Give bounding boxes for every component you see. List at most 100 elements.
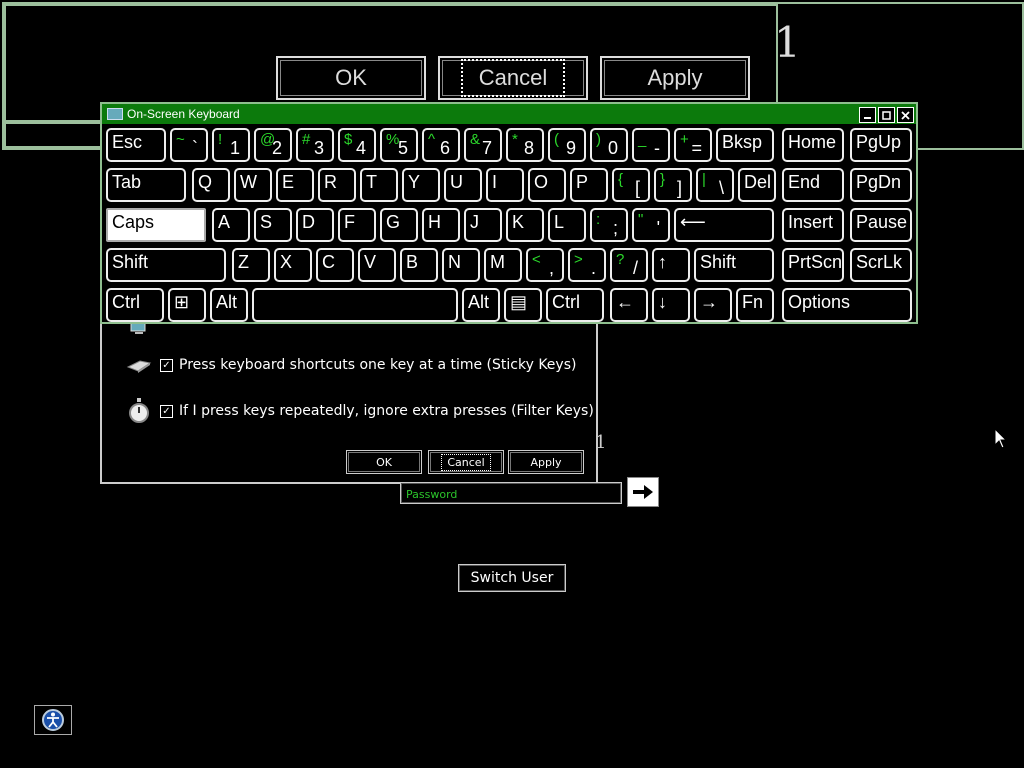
key-pgup[interactable]: PgUp [850,128,912,162]
key-scrlk-label: ScrLk [856,252,903,272]
key-x[interactable]: X [274,248,312,282]
key-lctrl[interactable]: Ctrl [106,288,164,322]
sticky-keys-option[interactable]: ✓ Press keyboard shortcuts one key at a … [126,354,576,376]
key-0[interactable]: ) 0 [590,128,628,162]
key-8[interactable]: * 8 [506,128,544,162]
key-esc[interactable]: Esc [106,128,166,162]
magnified-ok-button[interactable]: OK [276,56,426,100]
key-up[interactable]: ↑ [652,248,690,282]
magnified-cancel-button[interactable]: Cancel [438,56,588,100]
key-prtscn[interactable]: PrtScn [782,248,844,282]
key-c[interactable]: C [316,248,354,282]
key-g[interactable]: G [380,208,418,242]
key-minus[interactable]: _ - [632,128,670,162]
key-tab[interactable]: Tab [106,168,186,202]
key-space[interactable] [252,288,458,322]
key-h[interactable]: H [422,208,460,242]
key-caps[interactable]: Caps [106,208,206,242]
key-backslash[interactable]: | \ [696,168,734,202]
key-q[interactable]: Q [192,168,230,202]
key-5[interactable]: % 5 [380,128,418,162]
key-y[interactable]: Y [402,168,440,202]
key-3[interactable]: #3 [296,128,334,162]
close-button[interactable] [897,107,914,123]
key-v[interactable]: V [358,248,396,282]
switch-user-button[interactable]: Switch User [458,564,566,592]
key-o[interactable]: O [528,168,566,202]
key-t[interactable]: T [360,168,398,202]
minimize-button[interactable] [859,107,876,123]
key-pgdn[interactable]: PgDn [850,168,912,202]
key-r[interactable]: R [318,168,356,202]
key-left[interactable]: ← [610,288,648,322]
key-scrlk[interactable]: ScrLk [850,248,912,282]
magnified-apply-button[interactable]: Apply [600,56,750,100]
key-fn[interactable]: Fn [736,288,774,322]
key-semicolon[interactable]: :; [590,208,628,242]
key-2[interactable]: @2 [254,128,292,162]
key-f[interactable]: F [338,208,376,242]
key-z[interactable]: Z [232,248,270,282]
password-input[interactable] [401,484,621,505]
key-n[interactable]: N [442,248,480,282]
key-m[interactable]: M [484,248,522,282]
key-1[interactable]: ! 1 [212,128,250,162]
key-right[interactable]: → [694,288,732,322]
key-period[interactable]: >. [568,248,606,282]
key-w[interactable]: W [234,168,272,202]
key-home[interactable]: Home [782,128,844,162]
key-7-base-label: 7 [481,138,492,158]
key-lalt[interactable]: Alt [210,288,248,322]
key-menu[interactable]: ▤ [504,288,542,322]
key-comma[interactable]: <, [526,248,564,282]
osk-title-bar[interactable]: On-Screen Keyboard [102,104,916,124]
ease-of-access-button[interactable] [34,705,72,735]
key-end[interactable]: End [782,168,844,202]
key-insert[interactable]: Insert [782,208,844,242]
key-d[interactable]: D [296,208,334,242]
apply-button[interactable]: Apply [508,450,584,474]
key-a[interactable]: A [212,208,250,242]
key-u[interactable]: U [444,168,482,202]
key-i[interactable]: I [486,168,524,202]
key-backtick[interactable]: ~ ` [170,128,208,162]
key-del[interactable]: Del [738,168,776,202]
key-7[interactable]: & 7 [464,128,502,162]
key-slash[interactable]: ? / [610,248,648,282]
ok-button[interactable]: OK [346,450,422,474]
key-enter[interactable]: ⟵ [674,208,774,242]
key-options[interactable]: Options [782,288,912,322]
key-lbracket[interactable]: {[ [612,168,650,202]
keyboard-icon [107,108,123,120]
key-l[interactable]: L [548,208,586,242]
filter-keys-checkbox[interactable]: ✓ [160,404,173,418]
sticky-keys-checkbox[interactable]: ✓ [160,358,173,372]
cancel-button[interactable]: Cancel [428,450,504,474]
key-k[interactable]: K [506,208,544,242]
maximize-icon [882,110,891,120]
key-lshift[interactable]: Shift [106,248,226,282]
key-quote[interactable]: " ' [632,208,670,242]
key-b[interactable]: B [400,248,438,282]
key-win[interactable]: ⊞ [168,288,206,322]
key-bksp[interactable]: Bksp [716,128,774,162]
key-i-label: I [492,172,498,192]
key-down[interactable]: ↓ [652,288,690,322]
key-pause[interactable]: Pause [850,208,912,242]
key-win-label: ⊞ [174,292,190,312]
maximize-button[interactable] [878,107,895,123]
key-equals[interactable]: + = [674,128,712,162]
filter-keys-option[interactable]: ✓ If I press keys repeatedly, ignore ext… [126,398,594,423]
key-rctrl[interactable]: Ctrl [546,288,604,322]
key-ralt[interactable]: Alt [462,288,500,322]
key-s[interactable]: S [254,208,292,242]
key-9[interactable]: (9 [548,128,586,162]
key-6[interactable]: ^ 6 [422,128,460,162]
key-rbracket[interactable]: }] [654,168,692,202]
key-p[interactable]: P [570,168,608,202]
key-4[interactable]: $4 [338,128,376,162]
submit-arrow-button[interactable] [627,477,659,507]
key-e[interactable]: E [276,168,314,202]
key-rshift[interactable]: Shift [694,248,774,282]
key-j[interactable]: J [464,208,502,242]
